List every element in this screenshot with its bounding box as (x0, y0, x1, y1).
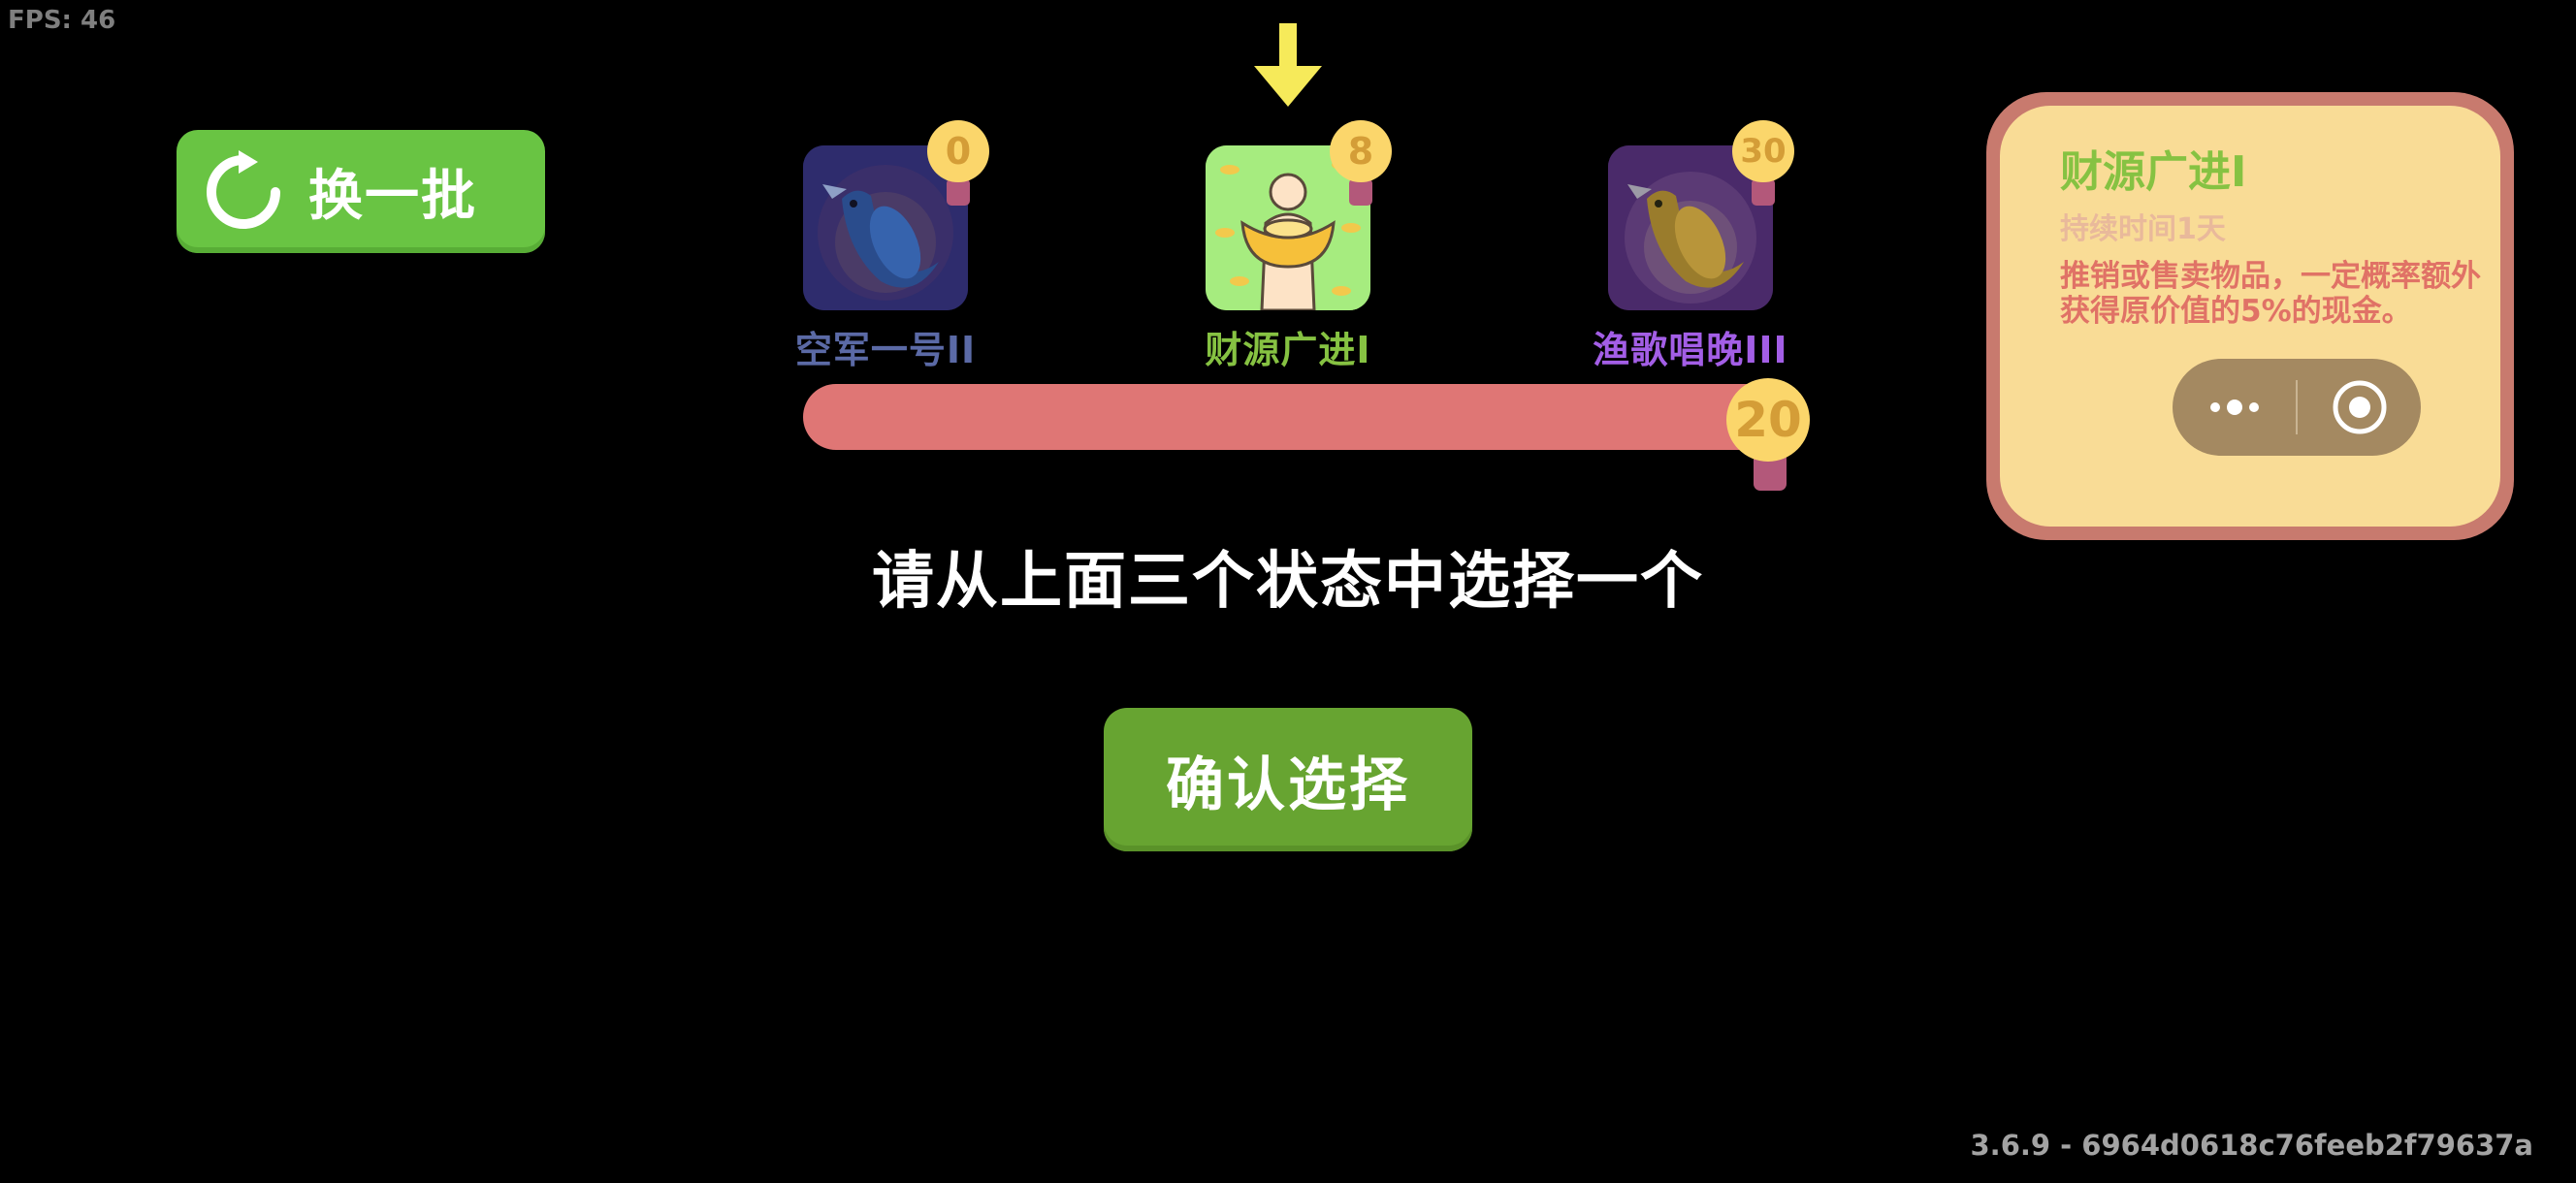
down-arrow-icon (1254, 23, 1322, 107)
fps-counter: FPS: 46 (8, 6, 116, 35)
refresh-icon (207, 149, 280, 229)
status-info-panel-inner: 财源广进I 持续时间1天 推销或售卖物品，一定概率额外获得原价值的5%的现金。 (2000, 106, 2500, 527)
more-dots-icon (2209, 400, 2259, 415)
version-label: 3.6.9 - 6964d0618c76feeb2f79637a (1970, 1129, 2534, 1162)
target-close-icon (2333, 380, 2386, 434)
selection-prompt: 请从上面三个状态中选择一个 (872, 546, 1704, 618)
status-card-2[interactable]: 8 财源广进I (1205, 120, 1392, 371)
info-title: 财源广进I (2060, 147, 2247, 197)
close-button[interactable] (2298, 359, 2421, 456)
status-card-name: 空军一号II (794, 329, 977, 371)
info-description: 推销或售卖物品，一定概率额外获得原价值的5%的现金。 (2060, 259, 2481, 329)
progress-value-badge: 20 (1726, 378, 1810, 462)
miniprogram-capsule (2173, 359, 2421, 456)
info-duration: 持续时间1天 (2060, 212, 2226, 246)
refresh-button[interactable]: 换一批 (177, 130, 545, 253)
confirm-selection-button[interactable]: 确认选择 (1104, 708, 1472, 851)
status-info-panel: 财源广进I 持续时间1天 推销或售卖物品，一定概率额外获得原价值的5%的现金。 (1986, 92, 2514, 540)
more-button[interactable] (2173, 359, 2296, 456)
cost-badge: 0 (927, 120, 989, 182)
status-card-name: 财源广进I (1205, 329, 1371, 371)
status-card-name: 渔歌唱晚III (1593, 329, 1788, 371)
cost-badge-tab (947, 178, 970, 206)
cost-badge: 8 (1330, 120, 1392, 182)
refresh-button-label: 换一批 (308, 165, 477, 228)
status-card-3[interactable]: 30 渔歌唱晚III (1593, 120, 1794, 371)
status-card-1[interactable]: 0 空军一号II (795, 120, 989, 371)
cost-badge-tab (1349, 178, 1372, 206)
cost-badge: 30 (1732, 120, 1794, 182)
cost-badge-tab (1752, 178, 1775, 206)
progress-bar (803, 384, 1798, 450)
